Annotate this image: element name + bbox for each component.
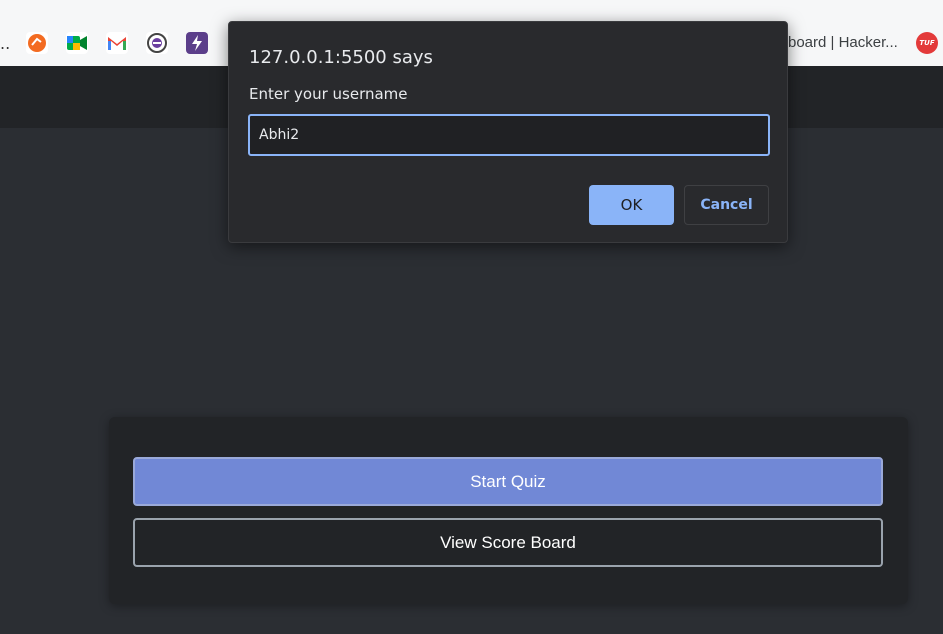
- gmail-icon[interactable]: [106, 32, 128, 54]
- prompt-dialog: 127.0.0.1:5500 says Enter your username …: [228, 21, 788, 243]
- username-input[interactable]: [248, 114, 770, 156]
- circle-bookmark-icon[interactable]: [146, 32, 168, 54]
- browser-toolbar-strip: [0, 0, 943, 20]
- tuf-bookmark-icon[interactable]: TUF: [916, 32, 938, 54]
- menu-card: Start Quiz View Score Board: [109, 417, 908, 604]
- bookmark-hackerrank-label[interactable]: board | Hacker...: [788, 34, 898, 51]
- view-score-board-button[interactable]: View Score Board: [133, 518, 883, 567]
- bookmarks-overflow-text: ..: [0, 34, 11, 53]
- tuf-label: TUF: [919, 39, 935, 47]
- start-quiz-button[interactable]: Start Quiz: [133, 457, 883, 506]
- cancel-button[interactable]: Cancel: [684, 185, 769, 225]
- dialog-message: Enter your username: [249, 85, 408, 103]
- ok-button[interactable]: OK: [589, 185, 674, 225]
- lightning-bookmark-icon[interactable]: [186, 32, 208, 54]
- google-meet-icon[interactable]: [66, 32, 88, 54]
- dialog-title: 127.0.0.1:5500 says: [249, 47, 433, 68]
- orange-bookmark-icon[interactable]: [26, 32, 48, 54]
